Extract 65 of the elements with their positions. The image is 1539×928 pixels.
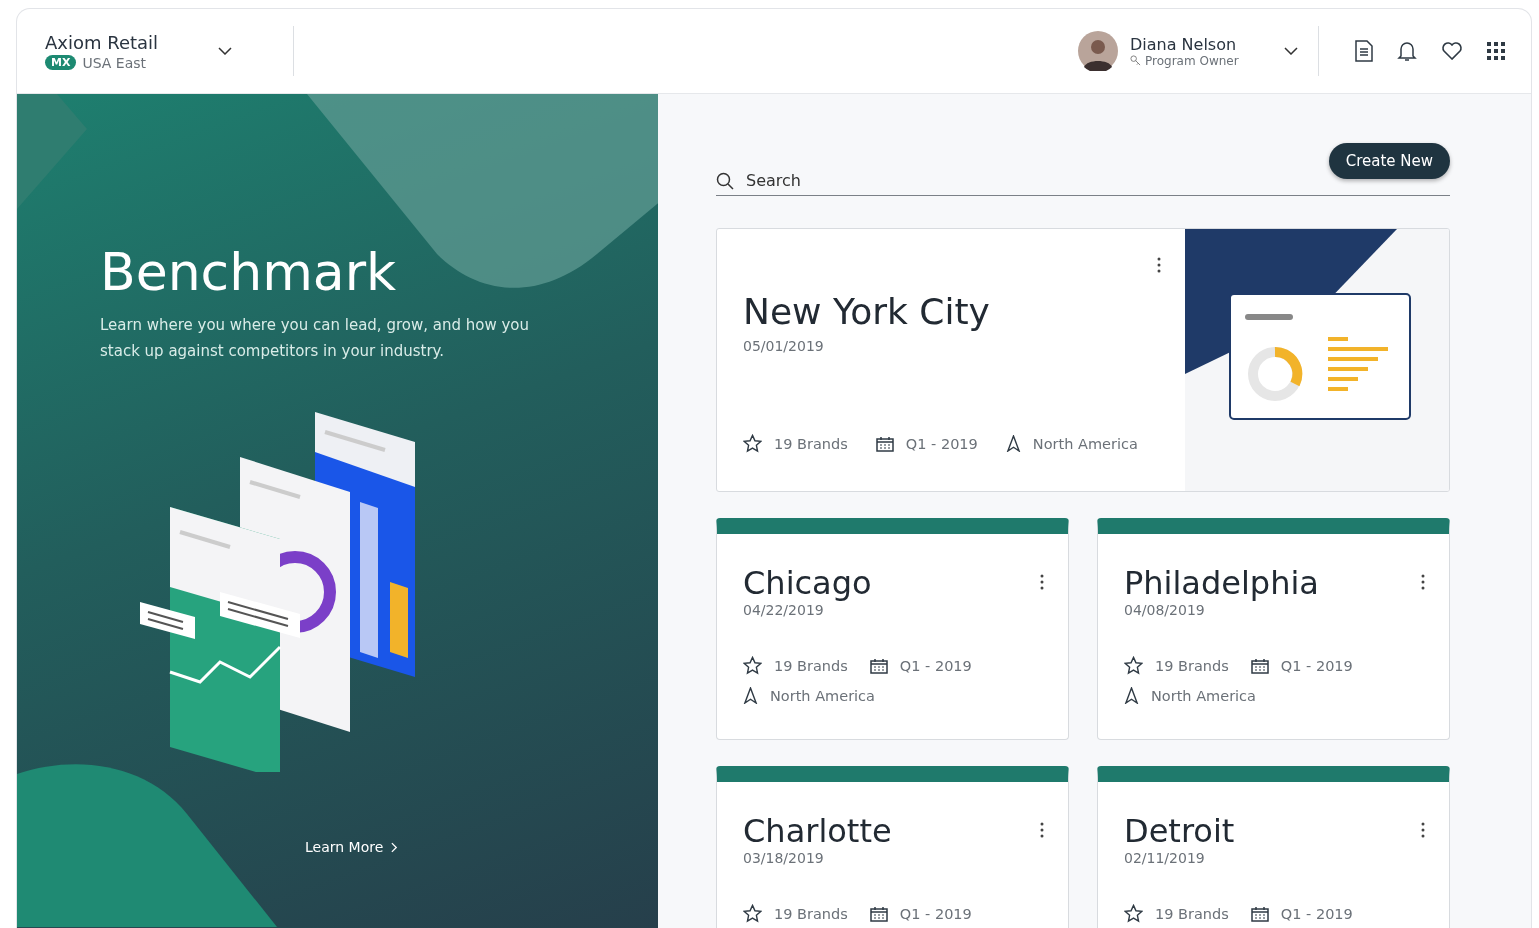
region-label: North America	[770, 687, 875, 704]
card-title: Charlotte	[743, 812, 892, 850]
card-date: 03/18/2019	[743, 850, 824, 866]
card-title: New York City	[743, 291, 990, 332]
create-new-button[interactable]: Create New	[1328, 143, 1450, 179]
notification-bell-icon[interactable]	[1397, 40, 1417, 62]
star-icon	[743, 656, 762, 675]
location-card[interactable]: Philadelphia 04/08/2019 19 Brands Q1 - 2019 North America	[1097, 518, 1450, 740]
document-icon[interactable]	[1355, 40, 1373, 62]
navigation-arrow-icon	[743, 687, 758, 704]
location-card[interactable]: Charlotte 03/18/2019 19 Brands Q1 - 2019	[716, 766, 1069, 928]
more-options-icon[interactable]	[1040, 822, 1044, 838]
navigation-arrow-icon	[1005, 435, 1021, 452]
hero-description: Learn where you where you can lead, grow, and how you stack up against competitors in your industry.	[100, 315, 530, 362]
chevron-right-icon	[391, 841, 399, 853]
location-card[interactable]: Chicago 04/22/2019 19 Brands Q1 - 2019 North America	[716, 518, 1069, 740]
star-icon	[1124, 904, 1143, 923]
star-icon	[743, 434, 762, 453]
location-card[interactable]: Detroit 02/11/2019 19 Brands Q1 - 2019	[1097, 766, 1450, 928]
quarter-label: Q1 - 2019	[905, 435, 978, 452]
star-icon	[743, 904, 762, 923]
brand-count: 19 Brands	[1155, 905, 1229, 922]
app-grid-icon[interactable]	[1487, 42, 1505, 60]
chevron-down-icon[interactable]	[1284, 47, 1298, 55]
calendar-icon	[1250, 905, 1269, 922]
region-code-badge: MX	[45, 55, 77, 70]
search-field[interactable]: Search	[744, 170, 1329, 191]
brand-count: 19 Brands	[774, 905, 848, 922]
card-title: Detroit	[1124, 812, 1235, 850]
brand-count: 19 Brands	[1155, 657, 1229, 674]
calendar-icon	[869, 657, 888, 674]
brand-count: 19 Brands	[774, 435, 848, 452]
more-options-icon[interactable]	[1040, 574, 1044, 590]
card-title: Chicago	[743, 564, 872, 602]
location-card[interactable]: New York City 05/01/2019 19 Brands Q1 - 2019 North America	[716, 228, 1450, 492]
more-options-icon[interactable]	[1157, 257, 1161, 273]
calendar-icon	[1250, 657, 1269, 674]
quarter-label: Q1 - 2019	[899, 905, 972, 922]
navigation-arrow-icon	[1124, 687, 1139, 704]
heart-icon[interactable]	[1441, 41, 1463, 61]
calendar-icon	[869, 905, 888, 922]
user-name: Diana Nelson	[1130, 34, 1238, 54]
more-options-icon[interactable]	[1421, 574, 1425, 590]
card-date: 05/01/2019	[743, 338, 824, 354]
learn-more-link[interactable]: Learn More	[305, 839, 399, 855]
search-icon	[716, 171, 734, 190]
more-options-icon[interactable]	[1421, 822, 1425, 838]
card-title: Philadelphia	[1124, 564, 1319, 602]
hero-title: Benchmark	[100, 242, 398, 302]
organization-name: Axiom Retail	[45, 31, 159, 53]
quarter-label: Q1 - 2019	[1280, 657, 1353, 674]
quarter-label: Q1 - 2019	[1280, 905, 1353, 922]
chevron-down-icon[interactable]	[218, 47, 233, 55]
star-icon	[1124, 656, 1143, 675]
user-role: Program Owner	[1145, 53, 1239, 68]
quarter-label: Q1 - 2019	[899, 657, 972, 674]
region-label: North America	[1032, 435, 1138, 452]
brand-count: 19 Brands	[774, 657, 848, 674]
card-date: 04/22/2019	[743, 602, 824, 618]
card-date: 02/11/2019	[1124, 850, 1205, 866]
calendar-icon	[875, 435, 894, 452]
card-date: 04/08/2019	[1124, 602, 1205, 618]
avatar-icon[interactable]	[1078, 31, 1118, 71]
region-label: North America	[1151, 687, 1256, 704]
region-name: USA East	[82, 54, 147, 71]
